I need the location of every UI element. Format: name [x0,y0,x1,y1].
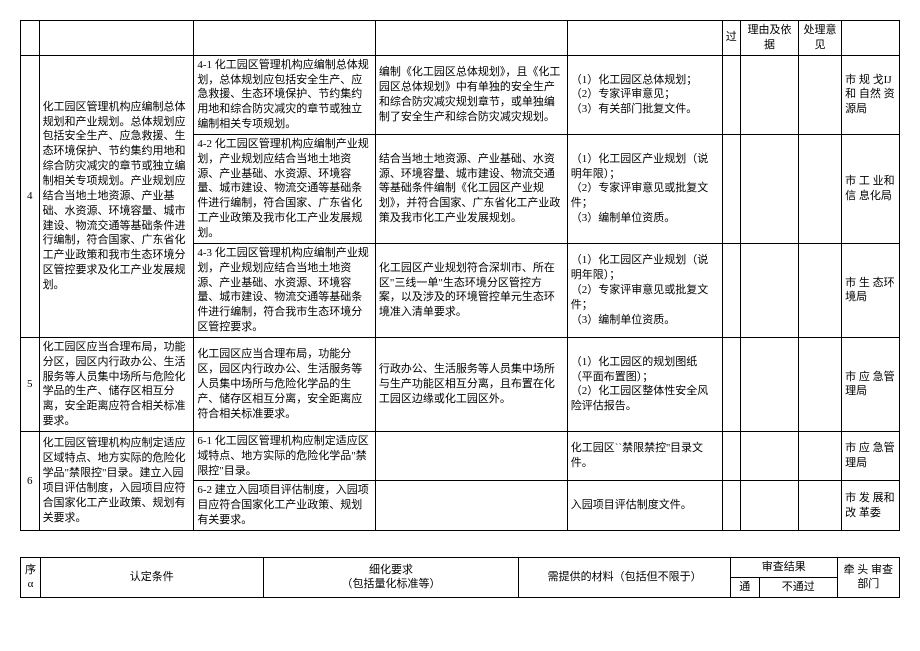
mat-4-1a: 编制《化工园区总体规划》，且《化工园区总体规划》中有单独的安全生产和综合防灾减灾… [375,55,567,134]
dept-6-1: 市 应 急管理局 [842,431,900,481]
detail-6-1: 6-1 化工园区管理机构应制定适应区域特点、地方实际的危险化学品"禁限控"目录。 [194,431,376,481]
hdr-detail: 细化要求 （包括量化标准等） [263,558,519,598]
mat-5b: （1）化工园区的规划图纸（平面布置图）； （2）化工园区整体性安全风险评估报告。 [567,337,722,431]
dept-4-3: 市 生 态环境局 [842,243,900,337]
hdr-cond: 认定条件 [41,558,264,598]
col-pass: 过 [722,21,741,56]
mat-4-3b: （1）化工园区产业规划（说明年限）； （2）专家评审意见或批复文件； （3）编制… [567,243,722,337]
partial-header-row: 过 理由及依据 处理意见 [21,21,900,56]
mat-5a: 行政办公、生活服务等人员集中场所与生产功能区相互分离，且布置在化工园区边缘或化工… [375,337,567,431]
mat-4-2b: （1）化工园区产业规划（说明年限）； （2）专家评审意见或批复文件； （3）编制… [567,134,722,243]
detail-6-2: 6-2 建立入园项目评估制度，入园项目应符合国家化工产业政策、规划有关要求。 [194,481,376,531]
mat-4-2a: 结合当地土地资源、产业基础、水资源、环境容量、城市建设、物流交通等基础条件编制《… [375,134,567,243]
table-row: 5 化工园区应当合理布局，功能分区，园区内行政办公、生活服务等人员集中场所与危险… [21,337,900,431]
hdr-fail: 不通过 [759,577,837,597]
hdr-result: 审查结果 [730,558,837,578]
table-row: 6 化工园区管理机构应制定适应区域特点、地方实际的危险化学品"禁限控"目录。建立… [21,431,900,481]
dept-6-2: 市 发 展和 改 革委 [842,481,900,531]
dept-5: 市 应 急管理局 [842,337,900,431]
detail-5: 化工园区应当合理布局，功能分区，园区内行政办公、生活服务等人员集中场所与危险化学… [194,337,376,431]
review-table-main: 过 理由及依据 处理意见 4 化工园区管理机构应编制总体规划和产业规划。总体规划… [20,20,900,531]
seq-5: 5 [21,337,40,431]
seq-4: 4 [21,55,40,337]
mat-6-2b: 入园项目评估制度文件。 [567,481,722,531]
cond-4: 化工园区管理机构应编制总体规划和产业规划。总体规划应包括安全生产、应急救援、生态… [39,55,194,337]
table-row: 序 α 认定条件 细化要求 （包括量化标准等） 需提供的材料（包括但不限于） 审… [21,558,900,578]
hdr-pass: 通 [730,577,759,597]
detail-4-2: 4-2 化工园区管理机构应编制产业规划，产业规划应结合当地土地资源、产业基础、水… [194,134,376,243]
mat-6-1a [375,431,567,481]
hdr-dept: 牵 头 审查部门 [837,558,899,598]
mat-4-1b: （1）化工园区总体规划； （2）专家评审意见； （3）有关部门批复文件。 [567,55,722,134]
detail-4-1: 4-1 化工园区管理机构应编制总体规划，总体规划应包括安全生产、应急救援、生态环… [194,55,376,134]
table-row: 4 化工园区管理机构应编制总体规划和产业规划。总体规划应包括安全生产、应急救援、… [21,55,900,134]
mat-6-1b: 化工园区``禁限禁控''目录文件。 [567,431,722,481]
dept-4-2: 市 工 业和 信 息化局 [842,134,900,243]
col-opinion: 处理意见 [798,21,841,56]
col-reason: 理由及依据 [741,21,799,56]
detail-4-3: 4-3 化工园区管理机构应编制产业规划，产业规划应结合当地土地资源、产业基础、水… [194,243,376,337]
seq-6: 6 [21,431,40,530]
dept-4-1: 市 规 戈IJ 和 自然 资 源局 [842,55,900,134]
cond-5: 化工园区应当合理布局，功能分区，园区内行政办公、生活服务等人员集中场所与危险化学… [39,337,194,431]
header-table-next: 序 α 认定条件 细化要求 （包括量化标准等） 需提供的材料（包括但不限于） 审… [20,557,900,598]
cond-6: 化工园区管理机构应制定适应区域特点、地方实际的危险化学品"禁限控"目录。建立入园… [39,431,194,530]
hdr-mat: 需提供的材料（包括但不限于） [519,558,730,598]
mat-6-2a [375,481,567,531]
hdr-seq: 序 α [21,558,41,598]
mat-4-3a: 化工园区产业规划符合深圳市、所在区"三线一单"生态环境分区管控方案，以及涉及的环… [375,243,567,337]
